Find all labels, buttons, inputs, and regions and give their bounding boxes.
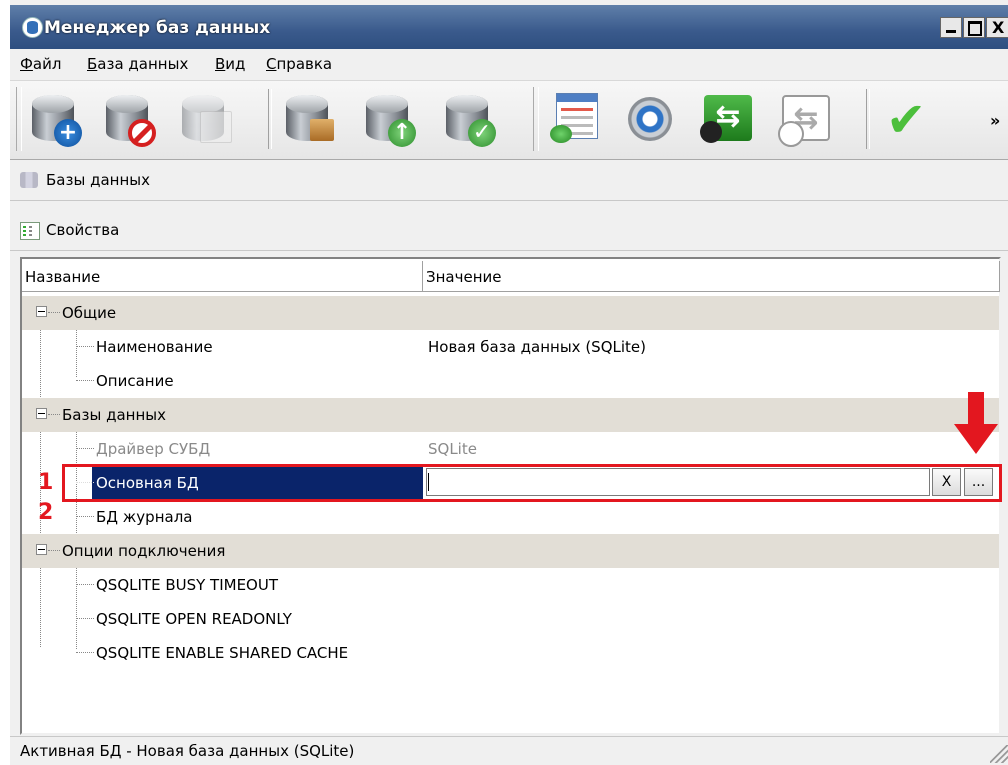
properties-section[interactable]: Свойства xyxy=(10,210,1008,251)
property-name: Наименование xyxy=(96,338,213,356)
property-name: Описание xyxy=(96,372,174,390)
database-package-icon xyxy=(310,119,334,141)
database-check-icon: ✓ xyxy=(468,119,496,147)
window-title: Менеджер баз данных xyxy=(44,18,271,38)
tree-connector xyxy=(76,618,94,619)
properties-section-title: Свойства xyxy=(46,221,120,239)
transfer-button[interactable]: ⇆ xyxy=(700,91,756,147)
group-connection-options[interactable]: Опции подключения xyxy=(22,534,999,568)
group-label: Опции подключения xyxy=(62,542,226,560)
tree-connector xyxy=(48,312,60,313)
group-databases[interactable]: Базы данных xyxy=(22,398,999,432)
title-bar: Менеджер баз данных X xyxy=(10,5,1008,49)
tree-connector xyxy=(76,516,94,517)
property-row: Драйвер СУБД SQLite xyxy=(22,432,999,466)
property-name: QSQLITE ENABLE SHARED CACHE xyxy=(96,644,349,662)
play-disabled-icon xyxy=(778,121,804,147)
property-row[interactable]: QSQLITE BUSY TIMEOUT xyxy=(22,568,999,602)
property-row[interactable]: QSQLITE OPEN READONLY xyxy=(22,602,999,636)
remove-database-button[interactable] xyxy=(102,91,158,147)
database-upload-button[interactable]: ↑ xyxy=(362,91,418,147)
annotation-highlight-box xyxy=(62,464,1002,502)
toolbar-grip[interactable] xyxy=(533,87,539,151)
property-name: QSQLITE BUSY TIMEOUT xyxy=(96,576,278,594)
toolbar-overflow-icon[interactable]: » xyxy=(990,111,1000,130)
play-icon xyxy=(700,121,722,143)
close-icon: X xyxy=(992,18,1005,37)
menu-view[interactable]: Вид xyxy=(215,55,245,73)
property-value: SQLite xyxy=(428,440,477,458)
tree-connector xyxy=(48,550,60,551)
property-row[interactable]: БД журнала xyxy=(22,500,999,534)
collapse-icon[interactable] xyxy=(36,408,47,419)
window-base-icon xyxy=(550,125,572,143)
property-row[interactable]: Описание xyxy=(22,364,999,398)
menu-file[interactable]: Файл xyxy=(20,55,61,73)
menu-database[interactable]: База данных xyxy=(87,55,188,73)
property-row[interactable]: Наименование Новая база данных (SQLite) xyxy=(22,330,999,364)
column-header-value[interactable]: Значение xyxy=(423,261,1000,292)
tree-connector xyxy=(76,380,94,381)
apply-button[interactable]: ✔ xyxy=(882,91,938,147)
resize-grip-icon[interactable] xyxy=(990,745,1008,763)
collapse-icon[interactable] xyxy=(36,306,47,317)
database-upload-icon: ↑ xyxy=(388,119,416,147)
toolbar-separator xyxy=(866,89,870,149)
red-down-arrow-icon xyxy=(954,392,998,454)
edit-database-icon xyxy=(200,111,232,143)
status-text: Активная БД - Новая база данных (SQLite) xyxy=(20,742,355,760)
add-database-icon: + xyxy=(54,119,82,147)
group-label: Общие xyxy=(62,304,117,322)
collapse-icon[interactable] xyxy=(36,544,47,555)
group-label: Базы данных xyxy=(62,406,166,424)
menu-bar: Файл База данных Вид Справка xyxy=(10,49,1008,79)
databases-section[interactable]: Базы данных xyxy=(10,160,1008,201)
database-check-button[interactable]: ✓ xyxy=(442,91,498,147)
databases-section-title: Базы данных xyxy=(46,171,150,189)
tree-connector xyxy=(76,584,94,585)
tree-connector xyxy=(76,448,94,449)
maximize-button[interactable] xyxy=(963,17,985,38)
property-name: Драйвер СУБД xyxy=(96,440,211,458)
minimize-button[interactable] xyxy=(940,17,962,38)
property-row[interactable]: QSQLITE ENABLE SHARED CACHE xyxy=(22,636,999,670)
column-header-name[interactable]: Название xyxy=(22,261,423,292)
property-name: БД журнала xyxy=(96,508,193,526)
properties-icon xyxy=(20,222,40,240)
databases-icon xyxy=(20,172,38,188)
database-package-button[interactable] xyxy=(282,91,338,147)
status-bar: Активная БД - Новая база данных (SQLite) xyxy=(10,736,1008,765)
annotation-number: 1 xyxy=(38,470,54,495)
property-name: QSQLITE OPEN READONLY xyxy=(96,610,292,628)
property-value[interactable]: Новая база данных (SQLite) xyxy=(428,338,646,356)
tree-connector xyxy=(76,652,94,653)
checkmark-icon: ✔ xyxy=(886,92,927,148)
edit-database-button[interactable] xyxy=(178,91,234,147)
close-button[interactable]: X xyxy=(986,17,1008,38)
menu-help[interactable]: Справка xyxy=(266,55,332,73)
group-general[interactable]: Общие xyxy=(22,296,999,330)
tree-connector xyxy=(76,346,94,347)
settings-button[interactable] xyxy=(622,91,678,147)
toolbar: + ↑ ✓ ⇆ ⇆ ✔ » xyxy=(10,80,1008,160)
gear-icon xyxy=(628,97,672,141)
annotation-number: 2 xyxy=(38,500,54,525)
tree-connector xyxy=(48,414,60,415)
toolbar-grip[interactable] xyxy=(16,87,22,151)
remove-database-icon xyxy=(128,119,156,147)
add-database-button[interactable]: + xyxy=(28,91,84,147)
toolbar-separator xyxy=(268,89,272,149)
app-database-icon xyxy=(22,17,43,38)
window-settings-button[interactable] xyxy=(550,91,606,147)
transfer-disabled-button[interactable]: ⇆ xyxy=(778,91,834,147)
